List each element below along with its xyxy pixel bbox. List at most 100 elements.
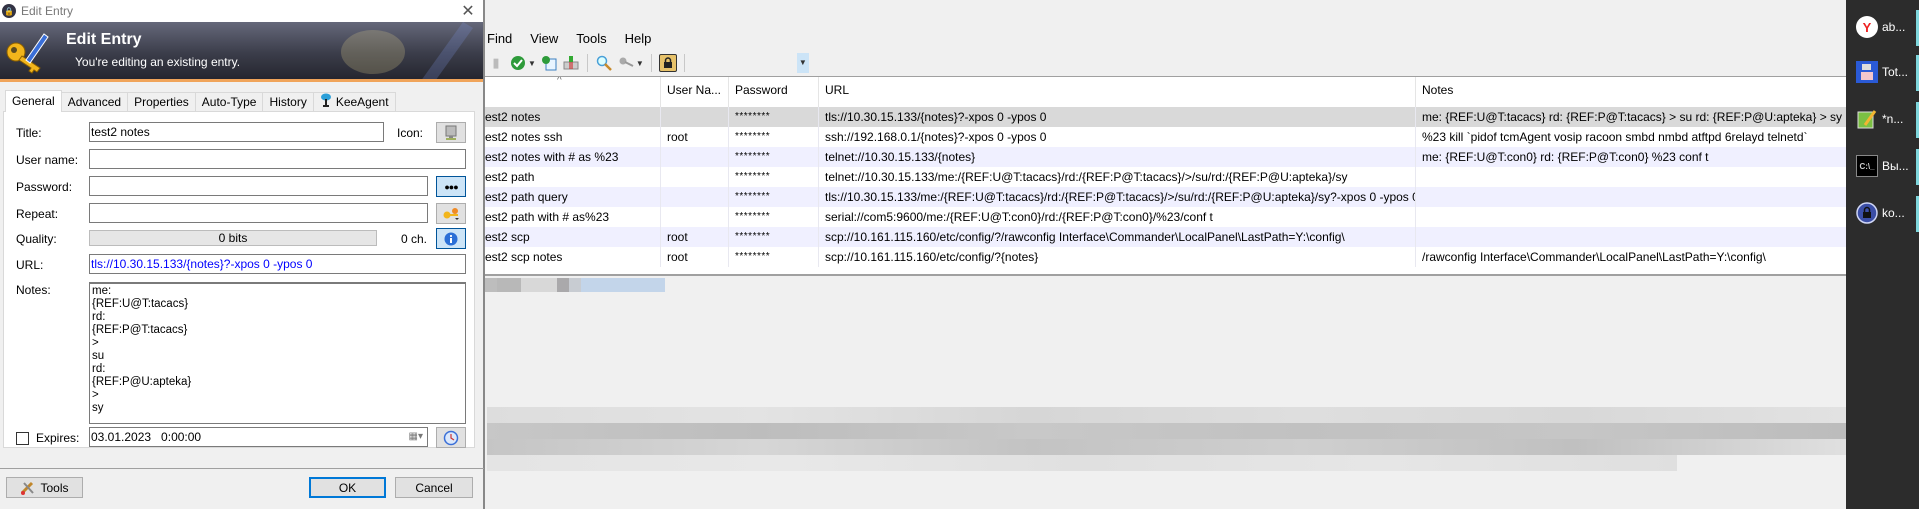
cell-notes bbox=[1416, 167, 1847, 187]
menu-bar: Find View Tools Help bbox=[485, 28, 660, 50]
keepass-lock-icon: 🔒 bbox=[2, 4, 16, 18]
tab-properties[interactable]: Properties bbox=[127, 92, 196, 112]
tools-button[interactable]: Tools bbox=[6, 477, 83, 498]
info-icon bbox=[444, 232, 458, 245]
cell-user: root bbox=[661, 127, 729, 147]
repeat-password-input[interactable] bbox=[89, 203, 428, 223]
column-notes[interactable]: Notes bbox=[1416, 77, 1847, 107]
cell-notes: /rawconfig Interface\Commander\LocalPane… bbox=[1416, 247, 1847, 267]
taskbar-item[interactable]: *n... bbox=[1846, 97, 1919, 141]
table-row[interactable]: est2 scp root ******** scp://10.161.115.160… bbox=[485, 227, 1847, 247]
table-row[interactable]: est2 scp notes root ******** scp://10.161.1… bbox=[485, 247, 1847, 267]
quality-label: Quality: bbox=[16, 232, 57, 246]
column-password[interactable]: Password bbox=[729, 77, 819, 107]
taskbar-item[interactable]: Tot... bbox=[1846, 50, 1919, 94]
column-title[interactable]: ^ bbox=[485, 77, 661, 107]
cell-notes bbox=[1416, 187, 1847, 207]
tab-general[interactable]: General bbox=[5, 90, 62, 112]
copy-url-icon[interactable] bbox=[540, 54, 558, 72]
dialog-separator bbox=[0, 468, 484, 469]
edit-key-icon bbox=[6, 33, 49, 74]
total-commander-icon bbox=[1856, 61, 1878, 83]
icon-label: Icon: bbox=[397, 126, 424, 140]
table-row[interactable]: est2 path query ******** tls://10.30.15.13… bbox=[485, 187, 1847, 207]
cell-user bbox=[661, 107, 729, 127]
username-label: User name: bbox=[16, 153, 79, 167]
cell-notes bbox=[1416, 207, 1847, 227]
icon-picker-button[interactable] bbox=[436, 122, 466, 143]
toolbar-separator bbox=[650, 54, 652, 72]
password-quality-bar: 0 bits bbox=[89, 230, 377, 246]
dialog-banner: Edit Entry You're editing an existing en… bbox=[0, 22, 483, 82]
tab-keeagent[interactable]: KeeAgent bbox=[312, 92, 396, 113]
status-bar-blurred bbox=[485, 278, 755, 292]
tab-auto-type[interactable]: Auto-Type bbox=[194, 92, 264, 112]
open-url-dropdown-icon[interactable]: ▼ bbox=[528, 59, 536, 68]
cell-title: est2 notes bbox=[485, 107, 661, 127]
tab-strip: General Advanced Properties Auto-Type Hi… bbox=[5, 90, 396, 113]
generate-password-button[interactable] bbox=[436, 203, 466, 224]
cell-notes: me: {REF:U@T:con0} rd: {REF:P@T:con0} %2… bbox=[1416, 147, 1847, 167]
yandex-browser-icon: Y bbox=[1856, 16, 1878, 38]
expiry-presets-button[interactable] bbox=[436, 427, 466, 448]
entry-preview-pane-blurred bbox=[485, 292, 1847, 509]
ok-button[interactable]: OK bbox=[309, 477, 386, 498]
expiry-date-input[interactable]: 03.01.2023 0:00:00 ▦▾ bbox=[89, 427, 428, 447]
terminal-icon: C:\_ bbox=[1856, 155, 1878, 177]
entry-list-header: ^ User Na... Password URL Notes bbox=[485, 77, 1847, 107]
key-gear-icon bbox=[443, 207, 459, 220]
edit-entry-icon[interactable]: ▮ bbox=[487, 54, 505, 72]
perform-autotype-icon[interactable] bbox=[562, 54, 580, 72]
taskbar-item[interactable]: ko... bbox=[1846, 191, 1919, 235]
cancel-button[interactable]: Cancel bbox=[395, 477, 473, 498]
expires-checkbox[interactable] bbox=[16, 432, 29, 445]
url-input[interactable]: tls://10.30.15.133/{notes}?-xpos 0 -ypos… bbox=[89, 254, 466, 274]
show-password-toggle[interactable]: ●●● bbox=[436, 176, 466, 197]
open-url-icon[interactable] bbox=[509, 54, 527, 72]
table-row[interactable]: est2 path ******** telnet://10.30.15.133/m… bbox=[485, 167, 1847, 187]
column-user-name[interactable]: User Na... bbox=[661, 77, 729, 107]
clock-icon bbox=[443, 430, 459, 445]
table-row[interactable]: est2 notes ssh root ******** ssh://192.168.… bbox=[485, 127, 1847, 147]
tab-advanced[interactable]: Advanced bbox=[60, 92, 129, 112]
menu-tools[interactable]: Tools bbox=[567, 28, 615, 50]
repeat-label: Repeat: bbox=[16, 207, 59, 221]
menu-help[interactable]: Help bbox=[616, 28, 661, 50]
cell-user bbox=[661, 187, 729, 207]
table-row[interactable]: est2 notes with # as %23 ******** telnet:/… bbox=[485, 147, 1847, 167]
password-input[interactable] bbox=[89, 176, 428, 196]
menu-find[interactable]: Find bbox=[485, 28, 521, 50]
notes-label: Notes: bbox=[16, 283, 51, 297]
cell-password: ******** bbox=[729, 167, 819, 187]
notes-textarea[interactable]: me: {REF:U@T:tacacs} rd: {REF:P@T:tacacs… bbox=[89, 282, 466, 424]
taskbar-item[interactable]: C:\_ Вы... bbox=[1846, 144, 1919, 188]
tab-history[interactable]: History bbox=[262, 92, 314, 112]
keeagent-icon bbox=[320, 93, 332, 113]
generate-password-icon[interactable] bbox=[617, 54, 635, 72]
quality-info-button[interactable] bbox=[436, 228, 466, 249]
cell-password: ******** bbox=[729, 107, 819, 127]
cell-notes: %23 kill `pidof tcmAgent vosip racoon sm… bbox=[1416, 127, 1847, 147]
close-button[interactable]: ✕ bbox=[453, 1, 483, 21]
lock-workspace-icon[interactable] bbox=[658, 54, 677, 72]
column-url[interactable]: URL bbox=[819, 77, 1416, 107]
main-window: Find View Tools Help ▮ ▼ ▼ ▼ ^ User Na..… bbox=[484, 0, 1847, 509]
calendar-dropdown-icon[interactable]: ▦▾ bbox=[409, 428, 423, 446]
quick-find-combo[interactable]: ▼ bbox=[694, 53, 809, 73]
username-input[interactable] bbox=[89, 149, 466, 169]
generate-password-dropdown-icon[interactable]: ▼ bbox=[636, 59, 644, 68]
table-row[interactable]: est2 path with # as%23 ******** serial://c… bbox=[485, 207, 1847, 227]
menu-view[interactable]: View bbox=[521, 28, 567, 50]
cell-password: ******** bbox=[729, 127, 819, 147]
chevron-down-icon[interactable]: ▼ bbox=[796, 53, 809, 73]
banner-subtitle: You're editing an existing entry. bbox=[75, 55, 241, 69]
taskbar-item[interactable]: Y ab... bbox=[1846, 5, 1919, 49]
title-input[interactable]: test2 notes bbox=[89, 122, 384, 142]
desktop: Find View Tools Help ▮ ▼ ▼ ▼ ^ User Na..… bbox=[0, 0, 1919, 509]
computer-icon bbox=[445, 125, 457, 140]
tools-icon bbox=[21, 481, 35, 495]
toolbar: ▮ ▼ ▼ ▼ bbox=[485, 51, 1846, 75]
find-icon[interactable] bbox=[595, 54, 613, 72]
table-row[interactable]: est2 notes ******** tls://10.30.15.133/{no… bbox=[485, 107, 1847, 127]
expires-label: Expires: bbox=[36, 431, 80, 445]
